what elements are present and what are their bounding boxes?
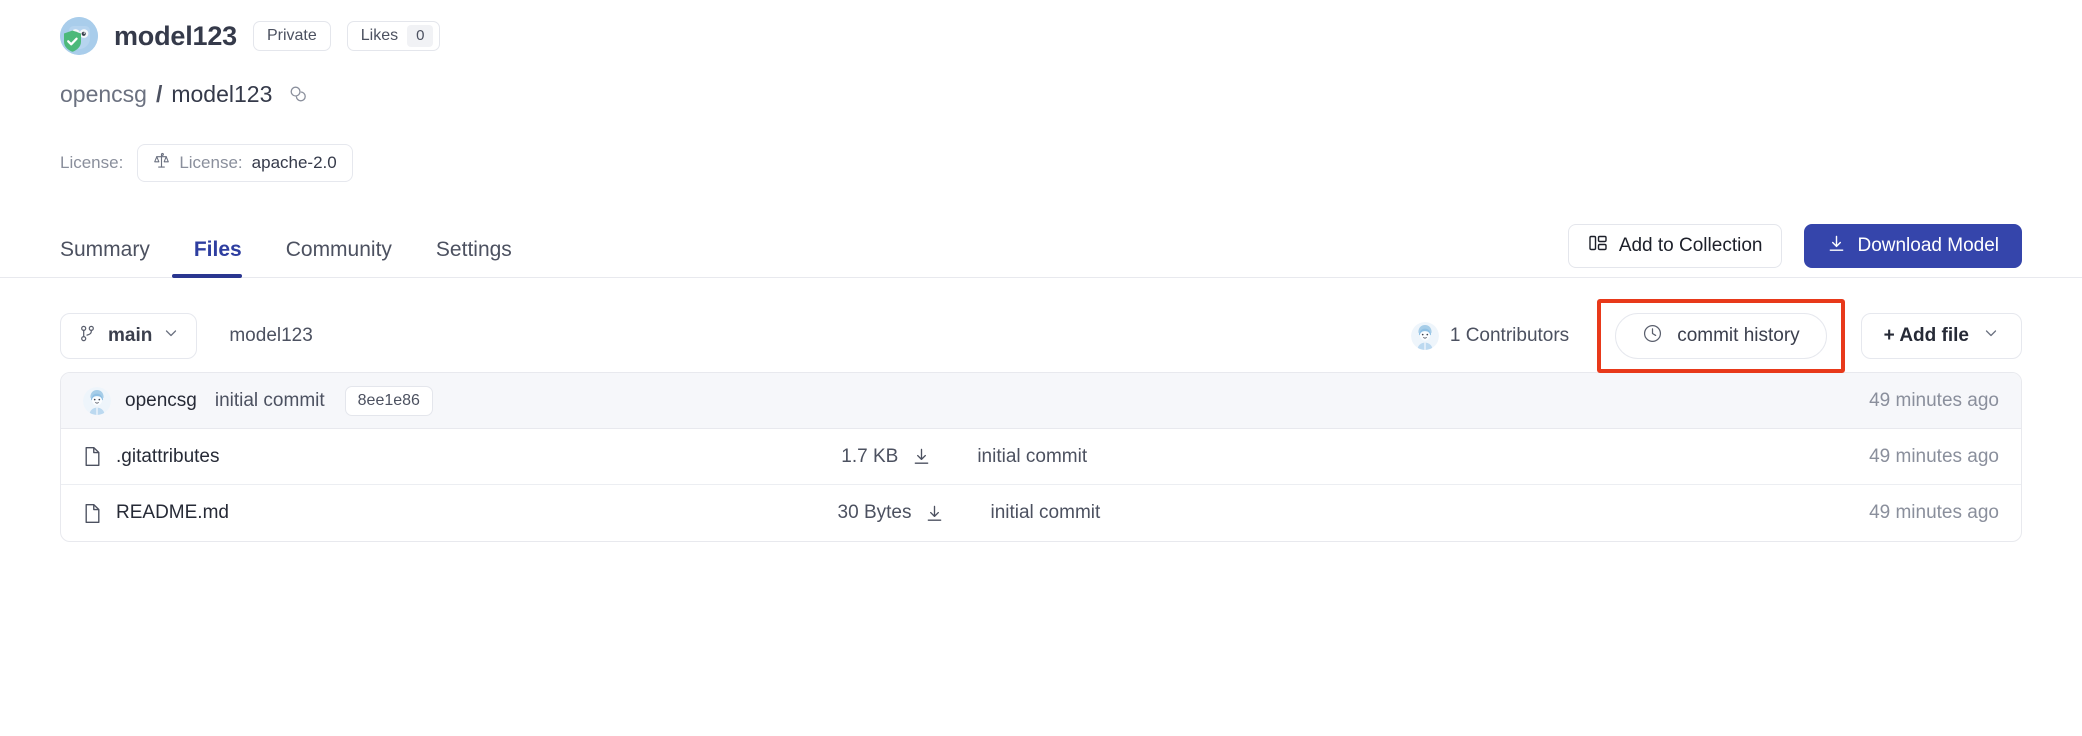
- license-label: License:: [60, 153, 123, 173]
- title-row: model123 Private Likes 0: [60, 0, 2022, 52]
- download-model-label: Download Model: [1857, 235, 1999, 257]
- files-area: main model123: [0, 310, 2082, 542]
- file-name[interactable]: .gitattributes: [116, 446, 220, 468]
- page-root: model123 Private Likes 0 opencsg / model…: [0, 0, 2082, 736]
- breadcrumb: opencsg / model123: [60, 78, 2022, 110]
- table-row[interactable]: README.md 30 Bytes initial commit 49 min…: [61, 485, 2021, 541]
- file-icon: [83, 446, 102, 467]
- tab-community[interactable]: Community: [264, 238, 414, 278]
- commit-history-label: commit history: [1677, 325, 1799, 347]
- add-to-collection-button[interactable]: Add to Collection: [1568, 224, 1783, 268]
- likes-label: Likes: [361, 27, 398, 45]
- file-time: 49 minutes ago: [1869, 446, 1999, 468]
- file-icon: [83, 503, 102, 524]
- commit-author[interactable]: opencsg: [125, 390, 197, 412]
- clock-icon: [1642, 323, 1663, 350]
- breadcrumb-owner[interactable]: opencsg: [60, 81, 147, 108]
- branch-name: main: [108, 325, 152, 347]
- add-file-button[interactable]: + Add file: [1861, 313, 2022, 359]
- current-path[interactable]: model123: [229, 325, 312, 347]
- file-commit-message: initial commit: [990, 502, 1260, 524]
- file-time: 49 minutes ago: [1869, 502, 1999, 524]
- files-toolbar: main model123: [60, 310, 2022, 362]
- license-chip-prefix: License:: [179, 153, 242, 173]
- chevron-down-icon: [1983, 325, 1999, 347]
- commit-history-highlight: commit history: [1597, 299, 1844, 373]
- scales-icon: [153, 152, 170, 174]
- license-chip[interactable]: License: apache-2.0: [137, 144, 352, 182]
- tab-settings[interactable]: Settings: [414, 238, 534, 278]
- repo-header: model123 Private Likes 0 opencsg / model…: [0, 0, 2082, 182]
- license-chip-value: apache-2.0: [252, 153, 337, 173]
- add-to-collection-label: Add to Collection: [1619, 235, 1763, 257]
- commit-time: 49 minutes ago: [1869, 390, 1999, 412]
- commit-message: initial commit: [215, 390, 325, 412]
- tab-files[interactable]: Files: [172, 238, 264, 278]
- toolbar-right: 1 Contributors commit history: [1411, 299, 2022, 373]
- commit-sha[interactable]: 8ee1e86: [345, 386, 433, 416]
- latest-commit-header: opencsg initial commit 8ee1e86 49 minute…: [61, 373, 2021, 429]
- contributor-avatar-icon: [83, 387, 111, 415]
- file-commit-message: initial commit: [977, 446, 1247, 468]
- contributors-label: 1 Contributors: [1450, 325, 1569, 347]
- file-size: 30 Bytes: [838, 502, 912, 524]
- page-title: model123: [114, 23, 237, 50]
- file-size: 1.7 KB: [841, 446, 898, 468]
- likes-count: 0: [407, 25, 433, 47]
- tabs-row: Summary Files Community Settings Add to …: [0, 220, 2082, 278]
- breadcrumb-repo[interactable]: model123: [171, 81, 272, 108]
- download-icon[interactable]: [925, 504, 944, 523]
- tab-actions: Add to Collection Download Model: [1568, 224, 2022, 278]
- file-table: opencsg initial commit 8ee1e86 49 minute…: [60, 372, 2022, 542]
- breadcrumb-separator: /: [156, 81, 162, 108]
- collection-grid-icon: [1588, 233, 1608, 259]
- download-icon: [1827, 234, 1846, 259]
- copy-icon[interactable]: [287, 83, 309, 105]
- commit-history-button[interactable]: commit history: [1615, 313, 1826, 359]
- download-icon[interactable]: [912, 447, 931, 466]
- contributor-avatar-icon: [1411, 322, 1439, 350]
- likes-badge[interactable]: Likes 0: [347, 21, 441, 51]
- chevron-down-icon: [163, 325, 179, 347]
- download-model-button[interactable]: Download Model: [1804, 224, 2022, 268]
- visibility-badge: Private: [253, 21, 331, 51]
- tab-summary[interactable]: Summary: [60, 238, 172, 278]
- tab-list: Summary Files Community Settings: [60, 238, 534, 278]
- contributors-info[interactable]: 1 Contributors: [1411, 322, 1569, 350]
- add-file-label: + Add file: [1884, 325, 1969, 347]
- file-name[interactable]: README.md: [116, 502, 229, 524]
- table-row[interactable]: .gitattributes 1.7 KB initial commit 49 …: [61, 429, 2021, 485]
- branch-selector[interactable]: main: [60, 313, 197, 359]
- owl-shield-avatar-icon: [60, 17, 98, 55]
- git-branch-icon: [78, 324, 97, 349]
- license-row: License: License: apache-2.0: [60, 144, 2022, 182]
